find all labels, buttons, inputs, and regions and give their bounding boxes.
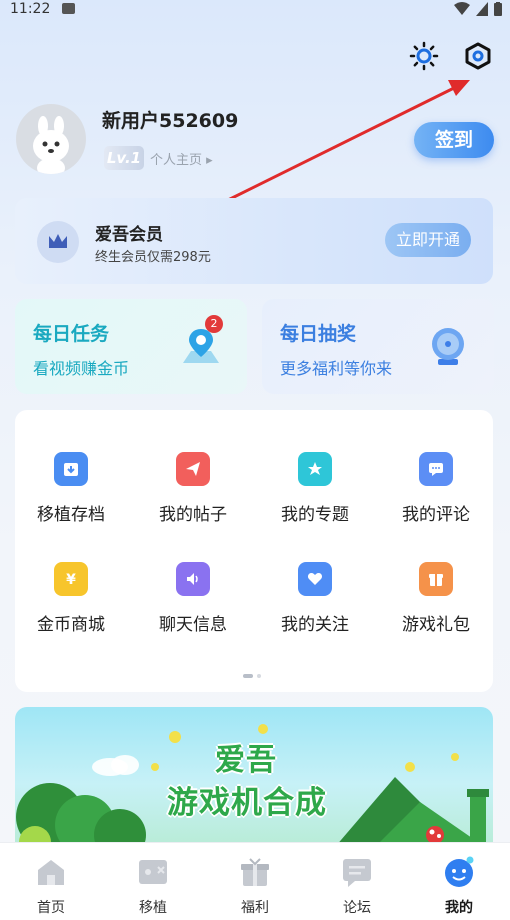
coin-icon: ¥	[54, 562, 88, 596]
tab-label: 首页	[37, 900, 65, 916]
tab-forum[interactable]: 论坛	[306, 843, 408, 920]
lottery-subtitle: 更多福利等你来	[280, 359, 393, 378]
promo-banner[interactable]: 爱吾 游戏机合成	[15, 707, 493, 847]
gift-icon	[241, 858, 269, 886]
speaker-icon	[176, 562, 210, 596]
feature-label: 聊天信息	[159, 615, 227, 635]
feature-game-gifts[interactable]: 游戏礼包	[381, 562, 491, 652]
profile-section: 新用户552609 Lv.1 个人主页 ▸ 签到	[16, 104, 494, 178]
signal-icon	[476, 2, 488, 16]
checkin-button[interactable]: 签到	[414, 122, 494, 158]
settings-button[interactable]	[462, 40, 494, 72]
theme-toggle-button[interactable]	[408, 40, 440, 72]
heart-icon	[298, 562, 332, 596]
feature-following[interactable]: 我的关注	[260, 562, 370, 652]
status-bar: 11:22	[0, 0, 510, 20]
tab-label: 论坛	[343, 900, 371, 916]
lottery-wheel-icon	[432, 328, 464, 365]
comment-icon	[419, 452, 453, 486]
feature-my-posts[interactable]: 我的帖子	[138, 452, 248, 542]
feature-label: 游戏礼包	[402, 615, 470, 635]
task-count-badge: 2	[205, 315, 223, 333]
paper-plane-icon	[176, 452, 210, 486]
vip-subtitle: 终生会员仅需298元	[95, 250, 211, 265]
sun-icon	[409, 41, 439, 71]
forum-icon	[343, 859, 371, 887]
wifi-icon	[454, 2, 470, 15]
feature-grid: 移植存档 我的帖子 我的专题 我的评论 ¥ 金币商城 聊天信息 我的关注 游戏礼…	[15, 410, 493, 692]
daily-task-title: 每日任务	[33, 323, 110, 345]
banner-title-line1: 爱吾	[215, 743, 277, 778]
bottom-tab-bar: 首页 移植 福利 论坛 我的	[0, 842, 510, 920]
feature-archive[interactable]: 移植存档	[16, 452, 126, 542]
battery-icon	[494, 2, 502, 16]
homepage-link[interactable]: 个人主页 ▸	[150, 149, 213, 168]
vip-open-button[interactable]: 立即开通	[385, 223, 471, 257]
status-indicators	[454, 2, 502, 16]
page-dot-active	[243, 674, 253, 678]
home-icon	[38, 860, 64, 885]
page-dot	[257, 674, 261, 678]
status-time: 11:22	[10, 1, 51, 17]
tab-label: 移植	[139, 900, 167, 916]
feature-label: 我的关注	[281, 615, 349, 635]
svg-text:¥: ¥	[66, 572, 76, 588]
username: 新用户552609	[102, 110, 239, 132]
tab-port[interactable]: 移植	[102, 843, 204, 920]
tab-home[interactable]: 首页	[0, 843, 102, 920]
feature-label: 我的评论	[402, 505, 470, 525]
gamepad-icon	[139, 860, 167, 884]
star-icon	[298, 452, 332, 486]
face-icon	[445, 856, 474, 887]
archive-icon	[54, 452, 88, 486]
header-actions	[408, 40, 494, 72]
gift-icon	[419, 562, 453, 596]
feature-chat[interactable]: 聊天信息	[138, 562, 248, 652]
image-notification-icon	[62, 3, 75, 14]
feature-label: 移植存档	[37, 505, 105, 525]
feature-label: 金币商城	[37, 615, 105, 635]
rabbit-avatar-icon	[33, 116, 69, 174]
vip-card[interactable]: 爱吾会员 终生会员仅需298元 立即开通	[15, 198, 493, 284]
gear-icon	[465, 42, 491, 70]
vip-title: 爱吾会员	[95, 225, 163, 245]
tab-mine[interactable]: 我的	[408, 843, 510, 920]
tab-label: 我的	[445, 900, 473, 916]
feature-label: 我的帖子	[159, 505, 227, 525]
avatar[interactable]	[16, 104, 86, 174]
lottery-card[interactable]: 每日抽奖 更多福利等你来	[262, 299, 494, 394]
homepage-link-label: 个人主页	[150, 153, 203, 168]
feature-label: 我的专题	[281, 505, 349, 525]
feature-my-topics[interactable]: 我的专题	[260, 452, 370, 542]
daily-task-card[interactable]: 每日任务 看视频赚金币 2	[15, 299, 247, 394]
chevron-right-icon: ▸	[206, 153, 213, 168]
daily-task-subtitle: 看视频赚金币	[33, 359, 130, 378]
crown-icon	[37, 221, 79, 263]
tab-label: 福利	[241, 900, 269, 916]
page-indicator	[243, 674, 261, 678]
banner-title-line2: 游戏机合成	[167, 785, 327, 821]
feature-my-comments[interactable]: 我的评论	[381, 452, 491, 542]
feature-coin-mall[interactable]: ¥ 金币商城	[16, 562, 126, 652]
tab-welfare[interactable]: 福利	[204, 843, 306, 920]
level-badge: Lv.1	[104, 146, 144, 170]
lottery-title: 每日抽奖	[280, 323, 357, 345]
